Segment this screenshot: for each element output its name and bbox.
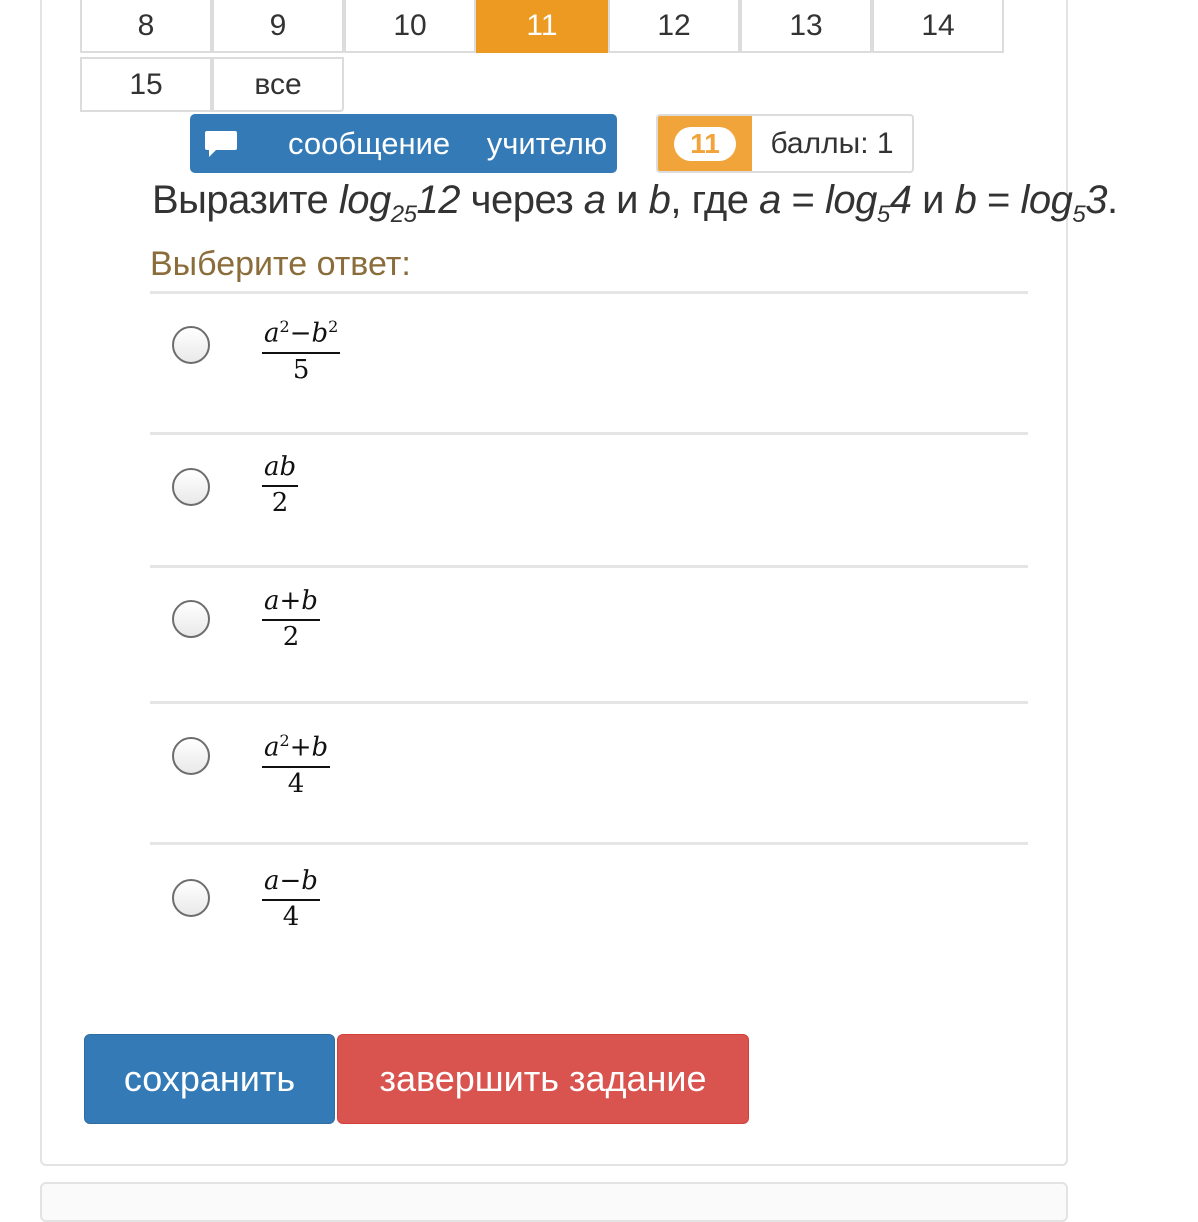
log-word: log [338, 178, 391, 222]
task-panel [40, 0, 1068, 1166]
equals-2: = [986, 178, 1010, 222]
word-where: , где [670, 178, 749, 222]
option-1-formula: a2−b2 5 [262, 312, 341, 386]
points-label: баллы: 1 [770, 126, 894, 160]
task-number-wrap: 11 [658, 116, 752, 171]
page-8[interactable]: 8 [80, 0, 212, 53]
option-1-radio[interactable] [172, 326, 210, 364]
divider [150, 291, 1028, 294]
option-3-radio[interactable] [172, 600, 210, 638]
var-b-2: b [954, 178, 977, 222]
option-3-formula: a+b 2 [262, 586, 320, 653]
score-badge: 11 баллы: 1 [656, 114, 914, 173]
log-arg-1: 12 [416, 178, 461, 222]
divider [150, 565, 1028, 568]
option-2-radio[interactable] [172, 468, 210, 506]
option-5-denominator: 4 [282, 902, 300, 932]
task-number: 11 [674, 126, 736, 161]
page-all[interactable]: все [212, 57, 344, 112]
log-word-3: log [1020, 178, 1073, 222]
log-arg-3: 3 [1085, 178, 1107, 222]
log-base-2: 5 [876, 201, 890, 228]
log-word-2: log [824, 178, 877, 222]
option-4-numerator: a2+b [262, 726, 331, 768]
log-base-3: 5 [1072, 201, 1086, 228]
var-a: a [583, 178, 606, 222]
page-15[interactable]: 15 [80, 57, 212, 112]
word-and-2: и [922, 178, 944, 222]
divider [150, 701, 1028, 704]
save-button[interactable]: сохранить [84, 1034, 335, 1124]
question-prefix: Выразите [152, 178, 329, 222]
option-5-formula: a−b 4 [262, 866, 320, 933]
divider [150, 432, 1028, 435]
option-4-denominator: 4 [287, 768, 305, 799]
option-1-denominator: 5 [292, 354, 310, 385]
log-base-1: 25 [390, 201, 417, 228]
option-2-numerator: ab [262, 452, 299, 487]
choose-answer-label: Выберите ответ: [150, 245, 411, 283]
option-4-radio[interactable] [172, 737, 210, 775]
divider [150, 842, 1028, 845]
page-12[interactable]: 12 [608, 0, 740, 53]
log-arg-2: 4 [889, 178, 912, 222]
var-a-2: a [759, 178, 781, 222]
page-9[interactable]: 9 [212, 0, 344, 53]
option-1-numerator: a2−b2 [262, 312, 341, 354]
message-teacher-button[interactable]: сообщение учителю [190, 114, 617, 173]
equals-1: = [791, 178, 815, 222]
option-4-formula: a2+b 4 [262, 726, 331, 800]
chat-bubble-icon [205, 130, 237, 157]
question-text: Выразите log2512 через a и b, где a = lo… [152, 178, 1118, 228]
option-3-denominator: 2 [282, 622, 300, 652]
option-3-numerator: a+b [262, 586, 320, 621]
page-10[interactable]: 10 [344, 0, 476, 53]
message-teacher-label: сообщение учителю [288, 125, 608, 161]
option-5-radio[interactable] [172, 879, 210, 917]
var-b: b [648, 178, 671, 222]
page-13[interactable]: 13 [740, 0, 872, 53]
word-and: и [616, 178, 639, 222]
option-2-denominator: 2 [271, 488, 289, 518]
page-14[interactable]: 14 [872, 0, 1004, 53]
option-5-numerator: a−b [262, 866, 320, 901]
finish-task-button[interactable]: завершить задание [337, 1034, 749, 1124]
option-2-formula: ab 2 [262, 452, 299, 519]
word-through: через [470, 178, 574, 222]
page-11-active[interactable]: 11 [476, 0, 608, 53]
next-panel [40, 1182, 1068, 1222]
